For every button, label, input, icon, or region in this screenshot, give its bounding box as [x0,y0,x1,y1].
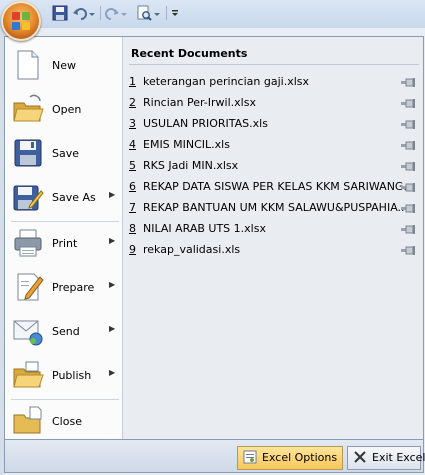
office-button[interactable] [1,1,41,41]
send-label: Send [52,325,80,338]
menu-footer: Excel Options Exit Excel [4,440,425,473]
new-document-icon [12,49,44,81]
save-as-label: Save As [52,191,96,204]
recent-doc-name: REKAP BANTUAN UM KKM SALAWU&PUSPAHIA... [143,201,409,214]
recent-doc-number: 6 [129,180,136,193]
new-command[interactable]: New [8,45,119,87]
save-icon[interactable] [52,5,68,21]
recent-doc-name: rekap_validasi.xls [143,243,241,256]
close-command[interactable]: Close [8,401,119,443]
print-label: Print [52,237,78,250]
close-folder-icon [12,405,44,437]
recent-doc-item[interactable]: 9 rekap_validasi.xls [129,241,419,259]
pin-icon[interactable] [401,203,415,213]
submenu-arrow-icon: ▶ [109,368,116,377]
redo-dropdown-icon[interactable] [120,5,128,21]
exit-x-icon [353,450,367,464]
pin-icon[interactable] [401,140,415,150]
recent-documents-pane: Recent Documents 1 keterangan perincian … [123,37,423,439]
open-label: Open [52,103,82,116]
send-icon [12,315,44,347]
pin-icon[interactable] [401,182,415,192]
recent-doc-number: 8 [129,222,136,235]
recent-doc-item[interactable]: 6 REKAP DATA SISWA PER KELAS KKM SARIWAN… [129,178,419,196]
pin-icon[interactable] [401,161,415,171]
command-list: New Open Save Save As ▶ Print ▶ Prepare … [5,37,123,439]
quick-access-toolbar [0,0,425,28]
undo-icon[interactable] [72,5,88,21]
recent-doc-number: 2 [129,96,136,109]
recent-doc-number: 1 [129,75,136,88]
prepare-label: Prepare [52,281,95,294]
new-label: New [52,59,76,72]
publish-command[interactable]: Publish ▶ [8,355,119,397]
recent-doc-name: NILAI ARAB UTS 1.xlsx [143,222,266,235]
undo-dropdown-icon[interactable] [88,5,96,21]
save-disk-icon [12,137,44,169]
divider [129,64,419,65]
recent-doc-item[interactable]: 8 NILAI ARAB UTS 1.xlsx [129,220,419,238]
prepare-command[interactable]: Prepare ▶ [8,267,119,309]
prepare-document-icon [12,271,44,303]
recent-doc-item[interactable]: 7 REKAP BANTUAN UM KKM SALAWU&PUSPAHIA..… [129,199,419,217]
separator [11,399,119,400]
print-preview-icon[interactable] [136,5,152,21]
pin-icon[interactable] [401,77,415,87]
recent-doc-name: REKAP DATA SISWA PER KELAS KKM SARIWANG.… [143,180,414,193]
recent-doc-name: keterangan perincian gaji.xlsx [143,75,310,88]
close-label: Close [52,415,82,428]
recent-doc-item[interactable]: 4 EMIS MINCIL.xls [129,136,419,154]
publish-folder-icon [12,359,44,391]
office-logo-icon [12,12,30,30]
recent-doc-item[interactable]: 2 Rincian Per-Irwil.xlsx [129,94,419,112]
printer-icon [12,227,44,259]
pin-icon[interactable] [401,98,415,108]
submenu-arrow-icon: ▶ [109,236,116,245]
recent-doc-item[interactable]: 1 keterangan perincian gaji.xlsx [129,73,419,91]
pin-icon[interactable] [401,224,415,234]
save-as-icon [12,181,44,213]
recent-doc-number: 3 [129,117,136,130]
send-command[interactable]: Send ▶ [8,311,119,353]
recent-doc-name: RKS Jadi MIN.xlsx [143,159,239,172]
recent-documents-title: Recent Documents [131,47,248,60]
recent-doc-name: Rincian Per-Irwil.xlsx [143,96,256,109]
qat-separator [100,6,101,20]
options-icon [243,450,257,464]
open-command[interactable]: Open [8,89,119,131]
recent-doc-name: USULAN PRIORITAS.xls [143,117,268,130]
preview-dropdown-icon[interactable] [153,5,161,21]
pin-icon[interactable] [401,245,415,255]
recent-doc-item[interactable]: 5 RKS Jadi MIN.xlsx [129,157,419,175]
publish-label: Publish [52,369,92,382]
recent-doc-number: 9 [129,243,136,256]
office-menu: New Open Save Save As ▶ Print ▶ Prepare … [4,36,424,440]
excel-options-label: Excel Options [262,451,338,464]
save-as-command[interactable]: Save As ▶ [8,177,119,219]
open-folder-icon [12,93,44,125]
recent-doc-number: 5 [129,159,136,172]
submenu-arrow-icon: ▶ [109,324,116,333]
customize-qat-icon[interactable] [170,5,180,21]
separator [11,221,119,222]
submenu-arrow-icon: ▶ [109,190,116,199]
redo-icon[interactable] [104,5,120,21]
recent-doc-name: EMIS MINCIL.xls [143,138,230,151]
submenu-arrow-icon: ▶ [109,280,116,289]
recent-doc-number: 7 [129,201,136,214]
exit-excel-label: Exit Excel [372,451,425,464]
print-command[interactable]: Print ▶ [8,223,119,265]
pin-icon[interactable] [401,119,415,129]
excel-options-button[interactable]: Excel Options [237,446,343,470]
recent-doc-number: 4 [129,138,136,151]
exit-excel-button[interactable]: Exit Excel [347,446,425,470]
recent-doc-item[interactable]: 3 USULAN PRIORITAS.xls [129,115,419,133]
save-command[interactable]: Save [8,133,119,175]
save-label: Save [52,147,80,160]
qat-separator [166,6,167,20]
